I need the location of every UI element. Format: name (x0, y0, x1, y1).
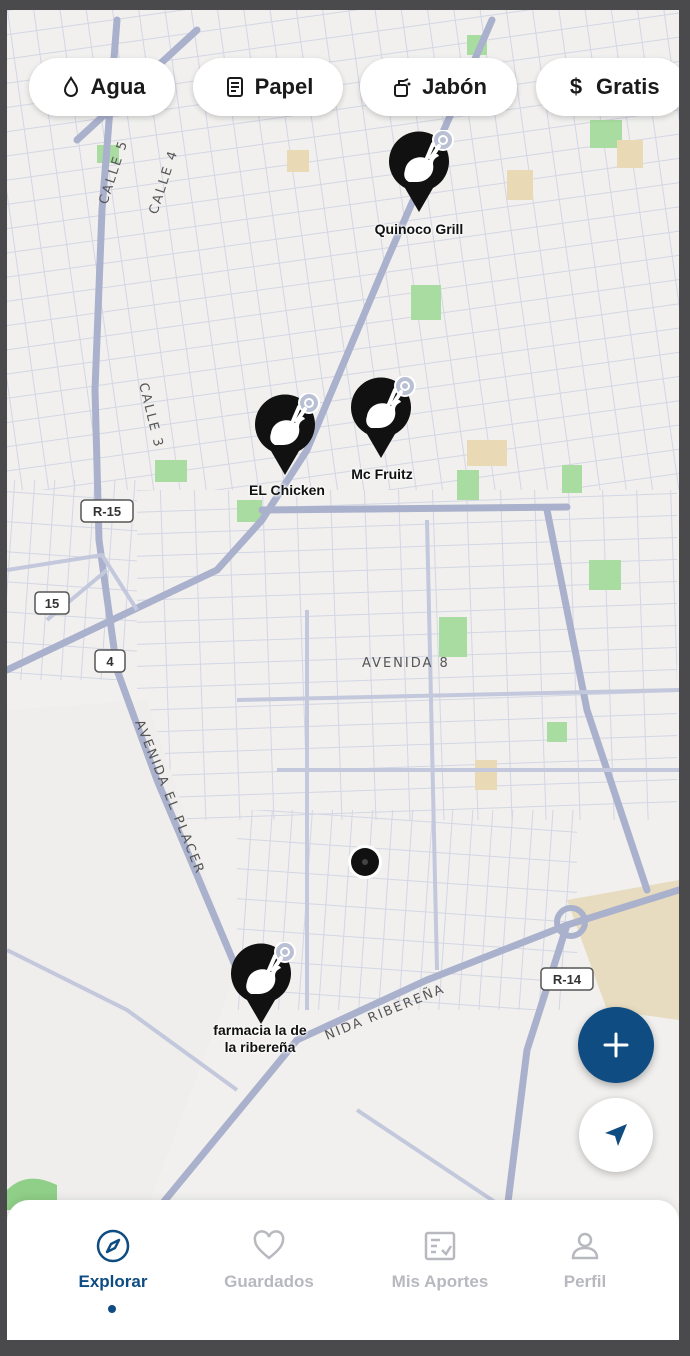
svg-text:15: 15 (45, 596, 59, 611)
app-screen: CALLE 5 CALLE 4 CALLE 3 AVENIDA 8 AVENID… (7, 10, 679, 1340)
road-label-avenida-8: AVENIDA 8 (362, 656, 450, 671)
filter-chip-label: Jabón (422, 74, 487, 99)
nav-item-guardados[interactable]: Guardados (189, 1228, 349, 1308)
soap-icon (394, 78, 411, 97)
add-place-button[interactable] (578, 1007, 654, 1083)
map-marker-mc-fruitz[interactable] (349, 375, 419, 462)
sand-area (567, 880, 679, 1020)
filter-chips: Agua Papel Jabón $ Gratis (7, 58, 679, 122)
my-location-button[interactable] (579, 1098, 653, 1172)
rabbit-icon (351, 375, 416, 458)
filter-chip-label: Agua (90, 74, 146, 99)
filter-chip-label: Papel (254, 74, 314, 99)
nav-label: Explorar (78, 1272, 148, 1291)
svg-text:R-14: R-14 (553, 972, 582, 987)
contributions-icon (424, 1231, 456, 1261)
nav-label: Mis Aportes (391, 1272, 489, 1291)
marker-label-farmacia: farmacia la de la ribereña (195, 1022, 325, 1056)
rabbit-icon (389, 129, 454, 212)
user-location-dot (351, 848, 379, 876)
route-shield-4: 4 (94, 649, 126, 673)
route-shield-r15: R-15 (80, 499, 134, 523)
svg-text:R-15: R-15 (93, 504, 121, 519)
plus-icon (603, 1032, 629, 1058)
map-marker-farmacia[interactable] (229, 941, 299, 1028)
filter-chip-papel[interactable]: Papel (193, 58, 343, 116)
user-icon (571, 1232, 599, 1260)
nav-label: Guardados (224, 1272, 314, 1291)
filter-chip-gratis[interactable]: $ Gratis (536, 58, 679, 116)
active-tab-indicator (108, 1305, 116, 1313)
map-marker-el-chicken[interactable] (253, 392, 323, 479)
marker-label-line-2: la ribereña (224, 1039, 296, 1055)
nav-item-perfil[interactable]: Perfil (505, 1228, 665, 1308)
nav-item-explorar[interactable]: Explorar (33, 1228, 193, 1308)
heart-icon (253, 1230, 285, 1260)
navigation-arrow-icon (605, 1124, 627, 1146)
dollar-icon: $ (569, 74, 583, 99)
water-drop-icon (63, 76, 78, 97)
compass-icon (96, 1229, 130, 1263)
route-shield-r14: R-14 (540, 967, 594, 991)
rabbit-icon (255, 392, 320, 475)
paper-roll-icon (226, 77, 243, 97)
bottom-navigation: Explorar Guardados Mis Aportes Perfil (7, 1200, 679, 1340)
svg-text:4: 4 (106, 654, 114, 669)
marker-label-quinoco-grill: Quinoco Grill (374, 221, 464, 237)
filter-chip-agua[interactable]: Agua (29, 58, 175, 116)
nav-item-mis-aportes[interactable]: Mis Aportes (360, 1228, 520, 1308)
route-shield-15: 15 (34, 591, 70, 615)
map-marker-quinoco-grill[interactable] (387, 129, 457, 216)
rabbit-icon (231, 941, 296, 1024)
filter-chip-jabon[interactable]: Jabón (360, 58, 517, 116)
nav-label: Perfil (563, 1272, 607, 1291)
map-canvas[interactable]: CALLE 5 CALLE 4 CALLE 3 AVENIDA 8 AVENID… (7, 10, 679, 1210)
marker-label-mc-fruitz: Mc Fruitz (351, 466, 413, 482)
marker-label-line-1: farmacia la de (213, 1022, 307, 1038)
marker-label-el-chicken: EL Chicken (249, 482, 325, 498)
filter-chip-label: Gratis (596, 74, 660, 99)
